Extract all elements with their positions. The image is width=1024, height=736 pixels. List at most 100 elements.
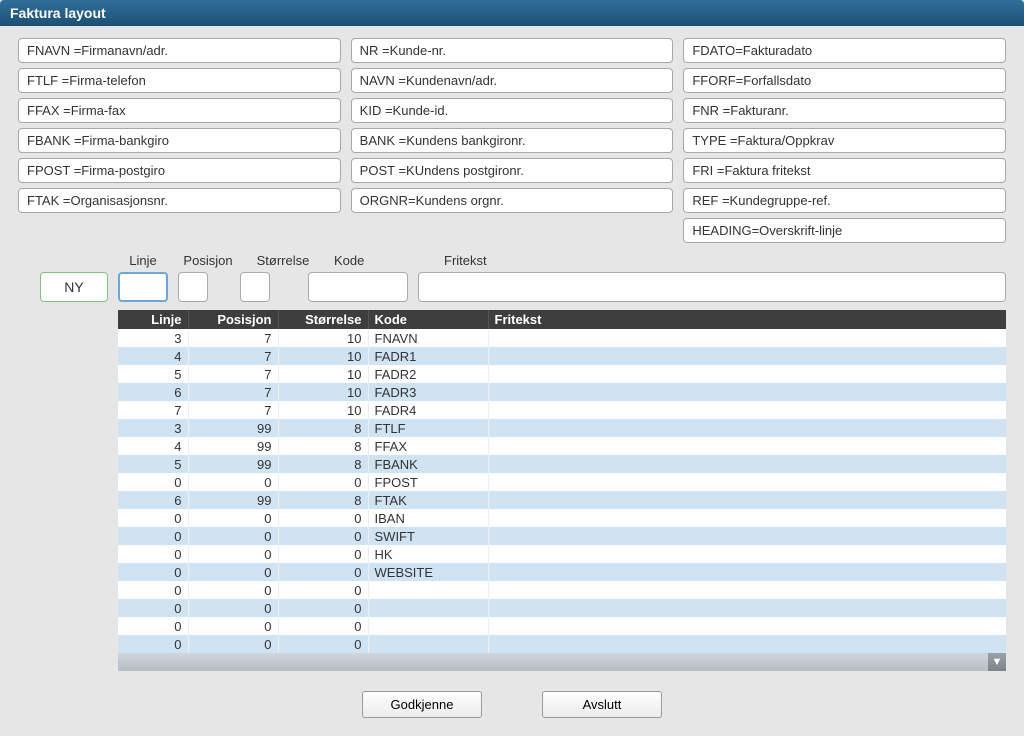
table-cell [368,599,488,617]
table-row[interactable]: 6710FADR3 [118,383,1006,401]
table-row[interactable]: 000WEBSITE [118,563,1006,581]
table-row[interactable]: 000 [118,581,1006,599]
table-row[interactable]: 3998FTLF [118,419,1006,437]
table-cell: 7 [118,401,188,419]
table-row[interactable]: 000 [118,617,1006,635]
table-cell: 0 [118,527,188,545]
table-cell: 5 [118,365,188,383]
token-col-3: FDATO=Fakturadato FFORF=Forfallsdato FNR =… [683,38,1006,243]
token-item[interactable]: FNAVN =Firmanavn/adr. [18,38,341,63]
table-cell [368,581,488,599]
ny-button[interactable]: NY [40,272,108,302]
table-cell: 10 [278,383,368,401]
table-cell: 0 [278,545,368,563]
table-cell [488,509,1006,527]
table-cell: 0 [188,473,278,491]
token-item[interactable]: ORGNR=Kundens orgnr. [351,188,674,213]
table-cell: FNAVN [368,329,488,347]
table-cell: 4 [118,437,188,455]
token-item[interactable]: FRI =Faktura fritekst [683,158,1006,183]
th-linje: Linje [118,310,188,329]
table-cell: FTAK [368,491,488,509]
table-cell: 0 [118,545,188,563]
table-cell [488,563,1006,581]
input-row: NY [18,272,1006,302]
table-row[interactable]: 4998FFAX [118,437,1006,455]
table-row[interactable]: 5998FBANK [118,455,1006,473]
label-storrelse: Størrelse [248,253,318,268]
token-item[interactable]: NR =Kunde-nr. [351,38,674,63]
token-item[interactable]: NAVN =Kundenavn/adr. [351,68,674,93]
table-row[interactable]: 000 [118,599,1006,617]
table-cell: FTLF [368,419,488,437]
table-cell: 0 [188,599,278,617]
fritekst-input[interactable] [418,272,1006,302]
table-cell: 0 [118,599,188,617]
scroll-down-icon[interactable]: ▼ [988,653,1006,671]
content-area: FNAVN =Firmanavn/adr. FTLF =Firma-telefon… [0,26,1024,736]
table-cell: 10 [278,347,368,365]
table-cell: SWIFT [368,527,488,545]
table-row[interactable]: 6998FTAK [118,491,1006,509]
table-cell: 8 [278,437,368,455]
table-row[interactable]: 4710FADR1 [118,347,1006,365]
table-cell: 7 [188,401,278,419]
table-cell [488,419,1006,437]
token-item[interactable]: FFAX =Firma-fax [18,98,341,123]
table-cell: FFAX [368,437,488,455]
token-item[interactable]: FPOST =Firma-postgiro [18,158,341,183]
layout-table-wrap: Linje Posisjon Størrelse Kode Fritekst 3… [118,310,1006,671]
th-kode: Kode [368,310,488,329]
token-item[interactable]: KID =Kunde-id. [351,98,674,123]
table-cell: 99 [188,419,278,437]
token-item[interactable]: POST =KUndens postgironr. [351,158,674,183]
table-row[interactable]: 3710FNAVN [118,329,1006,347]
table-cell: 5 [118,455,188,473]
table-cell: 8 [278,455,368,473]
table-cell: 0 [188,617,278,635]
kode-input[interactable] [308,272,408,302]
th-storrelse: Størrelse [278,310,368,329]
window-title: Faktura layout [0,0,1024,26]
table-cell: 7 [188,347,278,365]
window: Faktura layout FNAVN =Firmanavn/adr. FTLF… [0,0,1024,736]
approve-button[interactable]: Godkjenne [362,691,482,718]
table-cell [488,527,1006,545]
table-cell: 0 [278,599,368,617]
layout-table[interactable]: Linje Posisjon Størrelse Kode Fritekst 3… [118,310,1006,653]
token-item[interactable]: REF =Kundegruppe-ref. [683,188,1006,213]
th-posisjon: Posisjon [188,310,278,329]
table-cell: 0 [188,509,278,527]
token-item[interactable]: FNR =Fakturanr. [683,98,1006,123]
table-cell [368,617,488,635]
table-row[interactable]: 000SWIFT [118,527,1006,545]
table-cell: FADR4 [368,401,488,419]
token-item[interactable]: FDATO=Fakturadato [683,38,1006,63]
posisjon-input[interactable] [178,272,208,302]
token-item[interactable]: FTLF =Firma-telefon [18,68,341,93]
linje-input[interactable] [118,272,168,302]
table-header-row: Linje Posisjon Størrelse Kode Fritekst [118,310,1006,329]
table-row[interactable]: 000 [118,635,1006,653]
token-item[interactable]: HEADING=Overskrift-linje [683,218,1006,243]
close-button[interactable]: Avslutt [542,691,662,718]
table-cell [488,581,1006,599]
table-row[interactable]: 000HK [118,545,1006,563]
table-row[interactable]: 5710FADR2 [118,365,1006,383]
token-item[interactable]: BANK =Kundens bankgironr. [351,128,674,153]
table-cell: FBANK [368,455,488,473]
table-cell: 7 [188,383,278,401]
table-row[interactable]: 000FPOST [118,473,1006,491]
table-cell: WEBSITE [368,563,488,581]
table-cell: 0 [278,527,368,545]
token-item[interactable]: FFORF=Forfallsdato [683,68,1006,93]
horizontal-scrollbar[interactable]: ▼ [118,653,1006,671]
token-item[interactable]: FBANK =Firma-bankgiro [18,128,341,153]
token-item[interactable]: FTAK =Organisasjonsnr. [18,188,341,213]
storrelse-input[interactable] [240,272,270,302]
table-cell: 0 [118,509,188,527]
token-item[interactable]: TYPE =Faktura/Oppkrav [683,128,1006,153]
table-row[interactable]: 7710FADR4 [118,401,1006,419]
table-cell: 0 [278,563,368,581]
table-row[interactable]: 000IBAN [118,509,1006,527]
